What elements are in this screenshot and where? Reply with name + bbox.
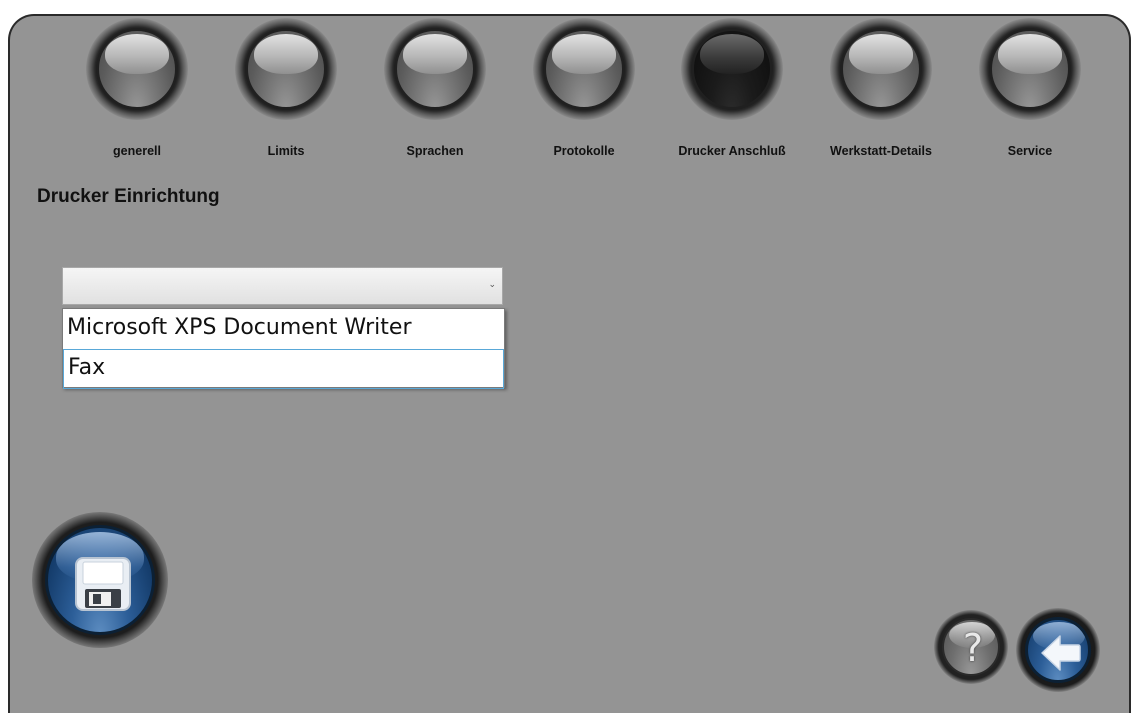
tab-orb-icon <box>681 18 783 120</box>
help-button[interactable]: ? <box>934 610 1008 684</box>
tab-protokolle[interactable]: Protokolle <box>509 18 659 160</box>
arrow-left-icon <box>1041 635 1081 671</box>
tab-label: Protokolle <box>553 144 615 158</box>
tab-label: Werkstatt-Details <box>830 144 932 158</box>
tab-orb-icon <box>384 18 486 120</box>
tab-generell[interactable]: generell <box>62 18 212 160</box>
chevron-down-icon[interactable]: ⌄ <box>488 280 496 290</box>
tab-label: Limits <box>267 144 305 158</box>
printer-dropdown-list: Microsoft XPS Document Writer Fax <box>62 308 505 389</box>
printer-option-fax[interactable]: Fax <box>63 349 504 389</box>
tab-label: Service <box>1007 144 1053 158</box>
tab-label: Sprachen <box>406 144 464 158</box>
save-button[interactable] <box>32 512 168 648</box>
tab-orb-icon <box>830 18 932 120</box>
tab-limits[interactable]: Limits <box>211 18 361 160</box>
floppy-disk-icon <box>75 557 131 611</box>
question-mark-icon: ? <box>962 626 984 670</box>
tab-label: generell <box>113 144 161 158</box>
tab-orb-icon <box>86 18 188 120</box>
tab-orb-icon <box>979 18 1081 120</box>
printer-option-xps[interactable]: Microsoft XPS Document Writer <box>63 309 504 347</box>
tab-label: Drucker Anschluß <box>678 144 786 158</box>
printer-select[interactable]: ⌄ <box>62 267 503 305</box>
back-button[interactable] <box>1016 608 1100 692</box>
tab-orb-icon <box>235 18 337 120</box>
tab-werkstatt-details[interactable]: Werkstatt-Details <box>806 18 956 160</box>
tab-service[interactable]: Service <box>955 18 1105 160</box>
tab-orb-icon <box>533 18 635 120</box>
tab-sprachen[interactable]: Sprachen <box>360 18 510 160</box>
tab-drucker-anschluss[interactable]: Drucker Anschluß <box>657 18 807 160</box>
section-title: Drucker Einrichtung <box>37 186 220 207</box>
